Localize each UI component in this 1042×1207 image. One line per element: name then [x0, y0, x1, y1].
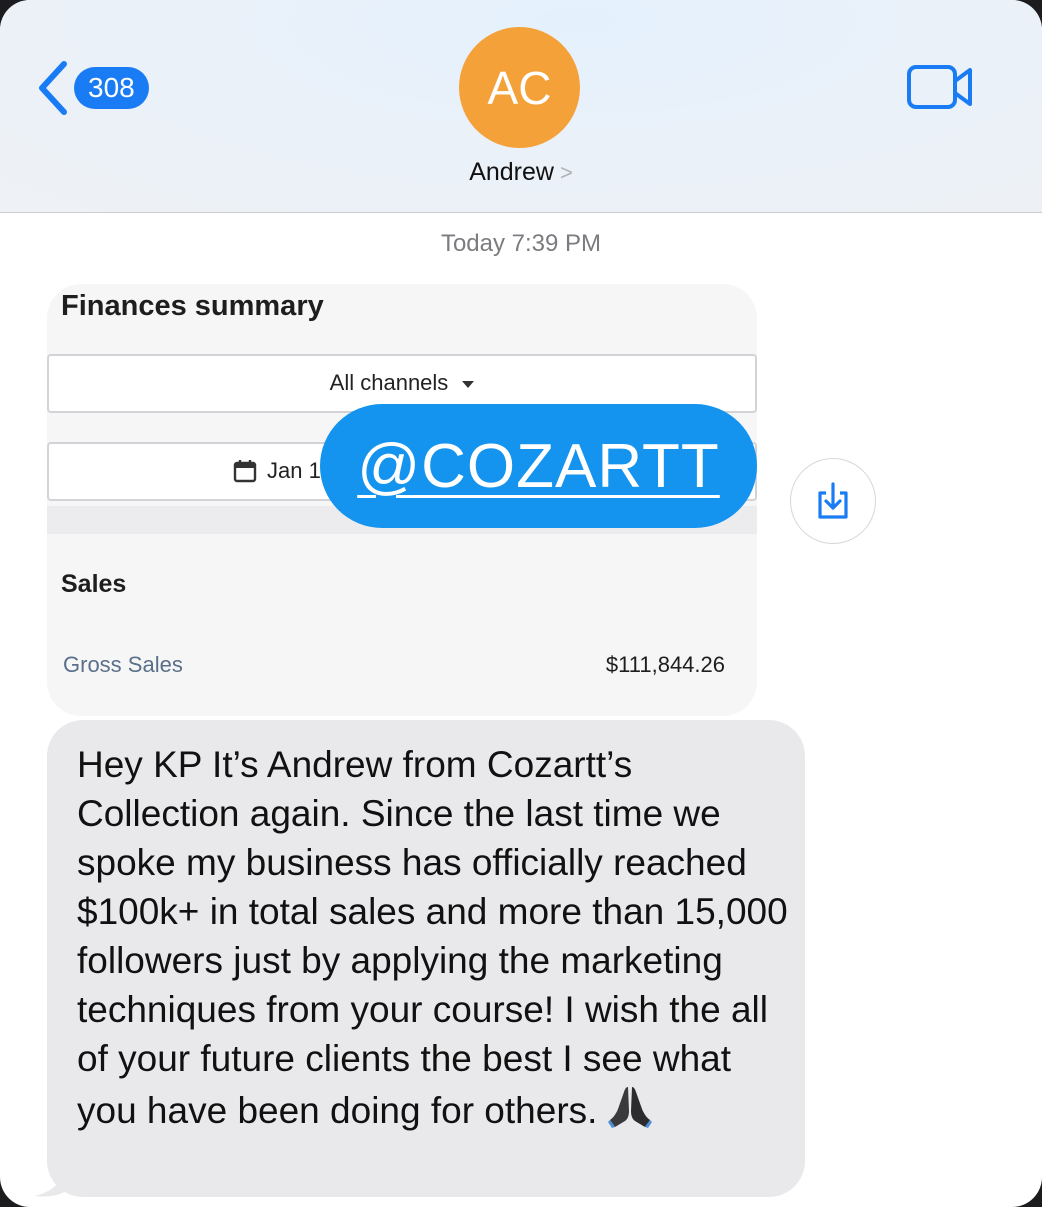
watermark-text: @COZARTT [357, 431, 720, 501]
back-button[interactable]: 308 [36, 60, 149, 116]
gross-sales-label: Gross Sales [63, 652, 183, 677]
video-call-button[interactable] [906, 64, 974, 115]
unread-count-badge: 308 [74, 67, 149, 109]
date-range-value: Jan 1 [267, 458, 321, 483]
video-camera-icon [907, 65, 972, 109]
contact-name-button[interactable]: Andrew > [0, 158, 1042, 187]
save-image-button[interactable] [790, 458, 876, 544]
calendar-icon [233, 460, 257, 483]
contact-name: Andrew [469, 158, 554, 186]
folded-hands-emoji [608, 1087, 653, 1128]
gross-sales-value: $111,844.26 [605, 652, 725, 677]
message-body: Hey KP It’s Andrew from Cozartt’s Collec… [77, 744, 788, 1131]
sales-section-label: Sales [61, 570, 127, 598]
messages-screen: 308 AC Andrew > Today 7:39 PM Finances su… [0, 0, 1042, 1207]
message-bubble[interactable]: Hey KP It’s Andrew from Cozartt’s Collec… [47, 720, 805, 1197]
chevron-left-icon [39, 61, 67, 115]
conversation-header: 308 AC Andrew > [0, 0, 1042, 213]
save-download-icon [818, 482, 848, 519]
avatar[interactable]: AC [459, 27, 580, 148]
message-timestamp: Today 7:39 PM [440, 230, 602, 257]
caret-down-icon [462, 380, 475, 388]
channel-select-value: All channels [329, 370, 449, 395]
message-text: Hey KP It’s Andrew from Cozartt’s Collec… [77, 740, 789, 1135]
finances-summary-title: Finances summary [61, 290, 324, 322]
cozartt-watermark: @COZARTT [320, 404, 757, 528]
chevron-right-icon: > [559, 160, 573, 185]
